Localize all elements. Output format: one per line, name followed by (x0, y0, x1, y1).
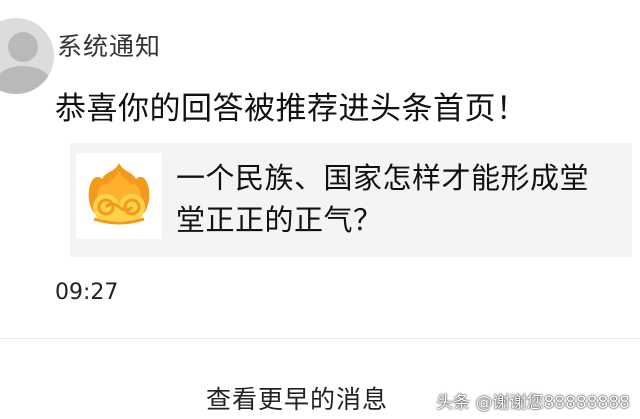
card-thumbnail (76, 153, 162, 239)
notification-message: 恭喜你的回答被推荐进头条首页！ (55, 91, 528, 127)
avatar-head-shape (8, 32, 38, 62)
recommended-answer-card[interactable]: 一个民族、国家怎样才能形成堂堂正正的正气？ (70, 143, 632, 257)
sender-name: 系统通知 (57, 32, 162, 61)
avatar-shoulders-shape (0, 66, 54, 94)
watermark: 头条 @谢谢您88888888 (436, 393, 630, 413)
notification-time: 09:27 (55, 280, 119, 305)
golden-cloud-logo-icon (88, 163, 150, 225)
card-question-title[interactable]: 一个民族、国家怎样才能形成堂堂正正的正气？ (176, 157, 616, 241)
sender-avatar[interactable] (0, 18, 54, 94)
section-divider (0, 338, 640, 339)
